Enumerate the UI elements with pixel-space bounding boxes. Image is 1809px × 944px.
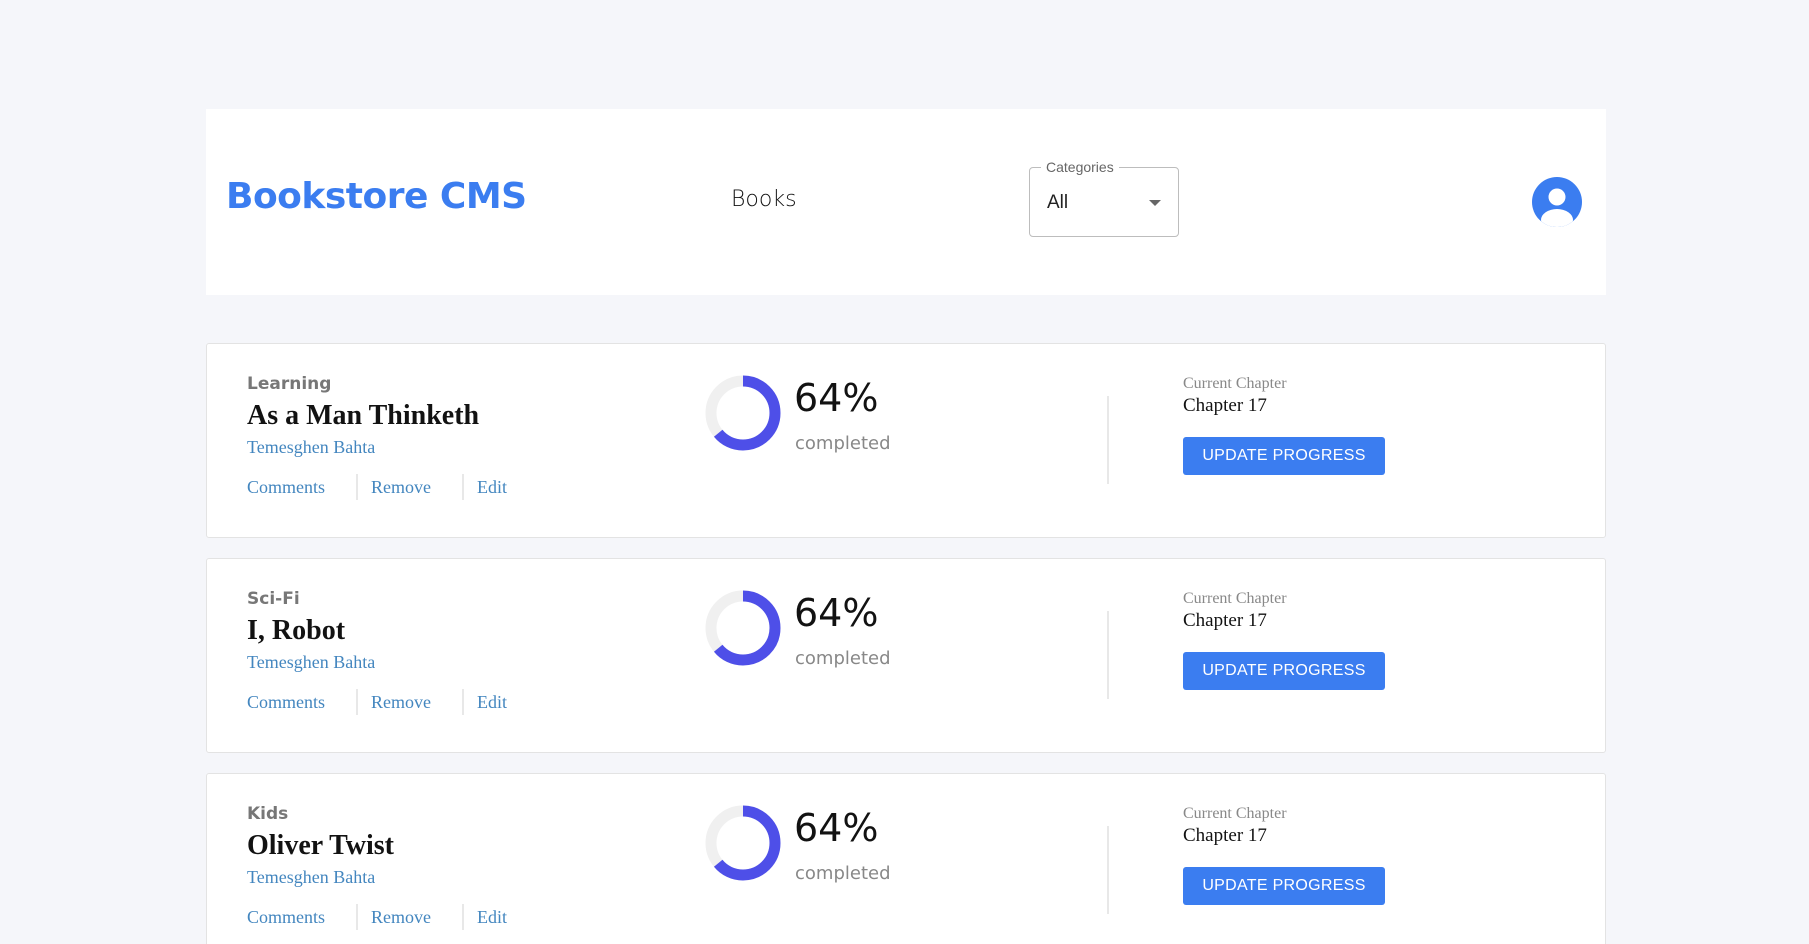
app-logo[interactable]: Bookstore CMS xyxy=(226,179,527,215)
progress-status: completed xyxy=(795,648,891,669)
book-author[interactable]: Temesghen Bahta xyxy=(247,438,375,456)
book-card: Learning As a Man Thinketh Temesghen Bah… xyxy=(206,343,1606,538)
edit-button[interactable]: Edit xyxy=(477,693,507,711)
progress-percent: 64% xyxy=(794,591,879,635)
action-divider xyxy=(356,689,359,715)
remove-button[interactable]: Remove xyxy=(371,693,431,711)
book-author[interactable]: Temesghen Bahta xyxy=(247,868,375,886)
user-circle-icon xyxy=(1541,188,1573,227)
categories-label: Categories xyxy=(1041,159,1119,175)
progress-ring xyxy=(705,375,781,451)
categories-select[interactable]: Categories All xyxy=(1029,159,1179,237)
card-divider xyxy=(1107,611,1109,699)
book-genre: Kids xyxy=(247,804,289,824)
progress-status: completed xyxy=(795,863,891,884)
current-chapter-value: Chapter 17 xyxy=(1183,395,1267,416)
progress-percent: 64% xyxy=(794,376,879,420)
update-progress-button[interactable]: UPDATE PROGRESS xyxy=(1183,867,1385,905)
categories-selected-value: All xyxy=(1047,192,1069,213)
progress-ring xyxy=(705,590,781,666)
book-genre: Learning xyxy=(247,374,332,394)
action-divider xyxy=(462,689,465,715)
progress-percent: 64% xyxy=(794,806,879,850)
current-chapter-label: Current Chapter xyxy=(1183,590,1287,607)
book-title: I, Robot xyxy=(247,615,346,646)
action-divider xyxy=(356,904,359,930)
edit-button[interactable]: Edit xyxy=(477,478,507,496)
update-progress-button[interactable]: UPDATE PROGRESS xyxy=(1183,437,1385,475)
comments-button[interactable]: Comments xyxy=(247,693,325,711)
comments-button[interactable]: Comments xyxy=(247,478,325,496)
action-divider xyxy=(356,474,359,500)
book-genre: Sci-Fi xyxy=(247,589,300,609)
book-card: Kids Oliver Twist Temesghen Bahta Commen… xyxy=(206,773,1606,944)
comments-button[interactable]: Comments xyxy=(247,908,325,926)
book-title: As a Man Thinketh xyxy=(247,400,480,431)
remove-button[interactable]: Remove xyxy=(371,908,431,926)
app-header: Bookstore CMS Books Categories All xyxy=(206,109,1606,295)
current-chapter-value: Chapter 17 xyxy=(1183,825,1267,846)
nav-link-books[interactable]: Books xyxy=(731,189,797,211)
update-progress-button[interactable]: UPDATE PROGRESS xyxy=(1183,652,1385,690)
book-actions: Comments Remove Edit xyxy=(247,904,507,930)
caret-down-icon xyxy=(1149,200,1161,206)
edit-button[interactable]: Edit xyxy=(477,908,507,926)
book-actions: Comments Remove Edit xyxy=(247,474,507,500)
current-chapter-label: Current Chapter xyxy=(1183,375,1287,392)
current-chapter-value: Chapter 17 xyxy=(1183,610,1267,631)
book-title: Oliver Twist xyxy=(247,830,394,861)
progress-ring xyxy=(705,805,781,881)
book-author[interactable]: Temesghen Bahta xyxy=(247,653,375,671)
card-divider xyxy=(1107,826,1109,914)
book-actions: Comments Remove Edit xyxy=(247,689,507,715)
user-profile-button[interactable] xyxy=(1532,177,1582,227)
remove-button[interactable]: Remove xyxy=(371,478,431,496)
current-chapter-label: Current Chapter xyxy=(1183,805,1287,822)
card-divider xyxy=(1107,396,1109,484)
book-card: Sci-Fi I, Robot Temesghen Bahta Comments… xyxy=(206,558,1606,753)
progress-status: completed xyxy=(795,433,891,454)
action-divider xyxy=(462,474,465,500)
action-divider xyxy=(462,904,465,930)
